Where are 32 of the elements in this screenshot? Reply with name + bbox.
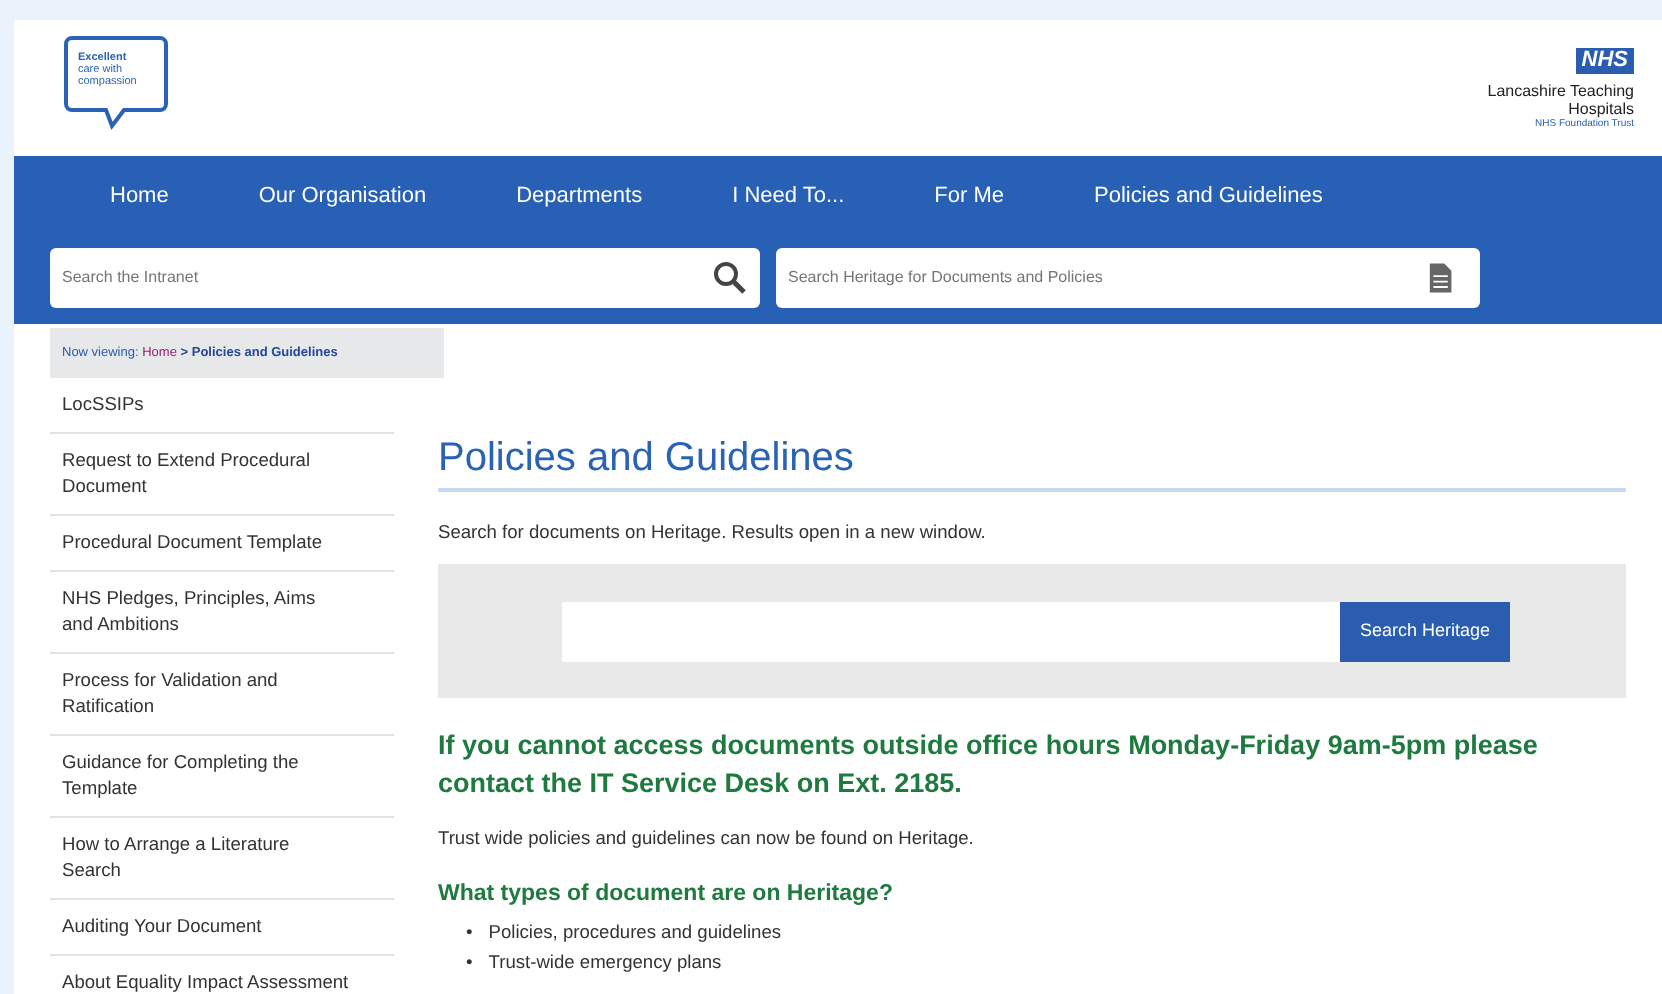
search-icon[interactable] — [700, 247, 760, 307]
sidebar-link[interactable]: How to Arrange a Literature Search — [50, 818, 394, 901]
nav-link[interactable]: Home — [110, 156, 169, 247]
sidebar-link[interactable]: Guidance for Completing the Template — [50, 736, 394, 819]
bullet-item: Policies, procedures and guidelines — [488, 920, 782, 947]
intranet-search-field[interactable]: Search the Intranet — [50, 247, 700, 307]
notice-text: If you cannot access documents outside office hours Monday-Friday 9am-5pm please contact the IT Service Desk on Ext. 2185. — [438, 728, 1540, 803]
sidebar-link[interactable]: NHS Pledges, Principles, Aims and Ambitions — [50, 572, 394, 655]
nav-link[interactable]: For Me — [934, 156, 1004, 247]
nav-link[interactable]: I Need To... — [732, 156, 845, 247]
heritage-search-field[interactable]: Search Heritage for Documents and Policies — [776, 247, 1412, 307]
sidebar-link[interactable]: Auditing Your Document — [50, 900, 394, 957]
nav-link[interactable]: Departments — [516, 156, 643, 247]
sidebar-link[interactable]: Request to Extend Procedural Document — [50, 434, 394, 517]
sidebar-link[interactable]: LocSSIPs — [50, 378, 394, 435]
heritage-search-input[interactable] — [562, 602, 1340, 663]
sidebar-link[interactable]: About Equality Impact Assessment — [50, 956, 394, 994]
nhs-badge: NHS — [1575, 48, 1634, 74]
paragraph-text: Trust wide policies and guidelines can now be found on Heritage. — [438, 826, 976, 853]
page-title: Policies and Guidelines — [438, 434, 1626, 493]
document-icon[interactable] — [1412, 247, 1480, 307]
search-heritage-button[interactable]: Search Heritage — [1339, 602, 1510, 663]
trust-name: Lancashire Teaching Hospitals — [1487, 82, 1634, 118]
sidebar-link[interactable]: Process for Validation and Ratification — [50, 654, 394, 737]
sidebar-link[interactable]: Procedural Document Template — [50, 516, 394, 573]
nav-link[interactable]: Policies and Guidelines — [1094, 156, 1323, 247]
subheading: What types of document are on Heritage? — [438, 880, 895, 911]
bullet-marker: • — [466, 950, 473, 977]
nav-link[interactable]: Our Organisation — [258, 156, 427, 247]
bullet-marker: • — [466, 920, 473, 947]
intro-text: Search for documents on Heritage. Results open in a new window. — [438, 520, 988, 547]
bullet-item: Trust-wide emergency plans — [488, 950, 722, 977]
